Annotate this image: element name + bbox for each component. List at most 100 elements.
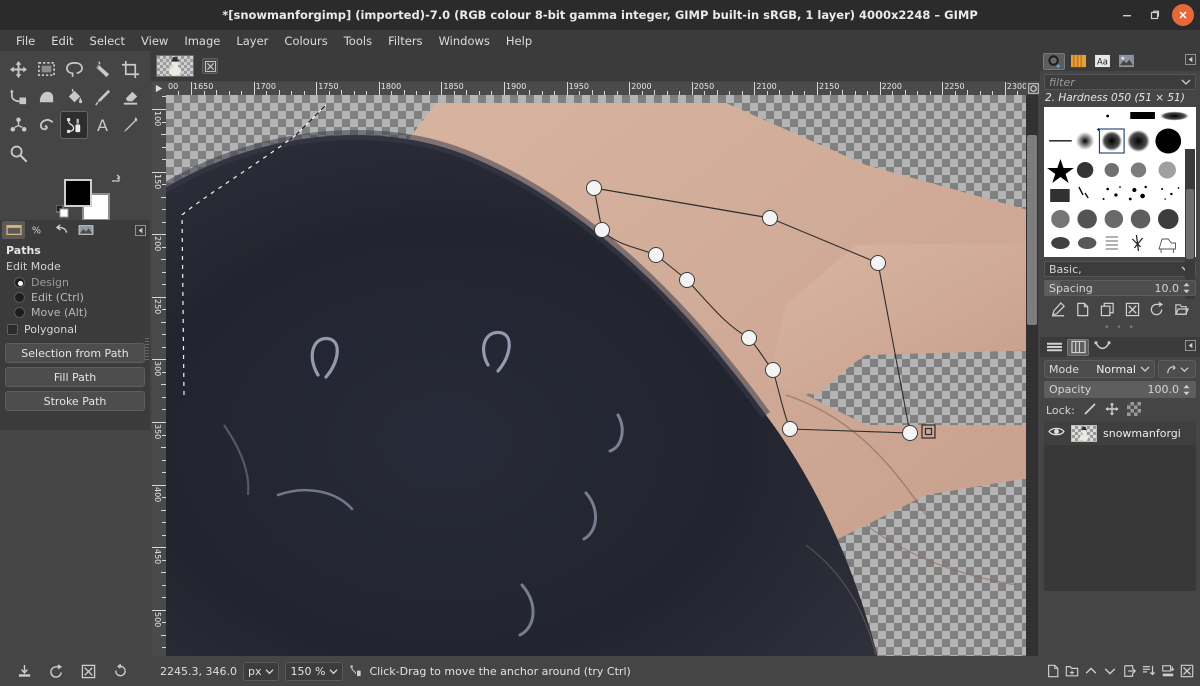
text-tool[interactable]: A [88,111,116,139]
foreground-colour-swatch[interactable] [64,179,92,207]
brush-filter-input[interactable]: filter [1044,74,1196,90]
unit-selector[interactable]: px [243,662,280,681]
restore-tool-preset-button[interactable] [40,659,72,683]
layer-list[interactable]: snowmanforgi [1044,421,1196,591]
new-brush-button[interactable] [1075,302,1090,320]
anchor-layer-button[interactable] [1140,661,1157,681]
transform-tool[interactable] [4,83,32,111]
swap-colours-icon[interactable] [110,173,122,185]
reset-colours-icon[interactable] [56,205,68,217]
menu-windows[interactable]: Windows [431,32,498,50]
menu-view[interactable]: View [133,32,176,50]
edit-mode-design[interactable]: Design [4,275,146,290]
raise-layer-button[interactable] [1083,661,1100,681]
layer-list-item[interactable]: snowmanforgi [1044,421,1196,445]
close-image-tab-button[interactable] [202,58,218,74]
dock-resize-grip[interactable] [145,338,149,360]
tool-options-dock-menu-icon[interactable] [134,224,146,236]
brush-spacing-slider[interactable]: Spacing 10.0 [1044,280,1196,296]
tab-channels[interactable] [1067,339,1089,356]
zoom-selector[interactable]: 150 % [285,662,343,681]
tab-patterns[interactable] [1067,53,1089,70]
tab-brushes[interactable] [1043,53,1065,70]
quick-mask-toggle[interactable] [1026,82,1040,95]
maximize-button[interactable] [1144,4,1166,26]
dock-separator-handle[interactable]: • • • [1040,323,1200,333]
crop-tool[interactable] [116,55,144,83]
colour-picker-tool[interactable] [116,111,144,139]
free-select-tool[interactable] [60,55,88,83]
chevron-down-icon[interactable] [1181,77,1191,87]
rect-select-tool[interactable] [32,55,60,83]
layers-dock-menu-icon[interactable] [1185,340,1196,354]
menu-layer[interactable]: Layer [228,32,276,50]
tab-layers[interactable] [1043,339,1065,356]
edit-mode-edit[interactable]: Edit (Ctrl) [4,290,146,305]
brush-grid-scrollbar[interactable] [1185,149,1195,299]
smudge-tool[interactable] [32,111,60,139]
ruler-corner-menu[interactable] [152,82,166,95]
layer-mode-selector[interactable]: Mode Normal [1044,360,1155,378]
tab-device-status[interactable]: % [26,221,49,239]
vertical-ruler[interactable]: 100150200250300350400450500550 [152,95,166,686]
paths-tool[interactable] [60,111,88,139]
menu-select[interactable]: Select [82,32,133,50]
duplicate-layer-button[interactable] [1121,661,1138,681]
menu-file[interactable]: File [8,32,43,50]
paintbrush-tool[interactable] [88,83,116,111]
image-viewport[interactable] [166,95,1026,686]
lock-alpha-toggle[interactable] [1127,402,1141,419]
menu-image[interactable]: Image [176,32,228,50]
merge-down-button[interactable] [1160,661,1177,681]
tab-tool-options[interactable] [2,221,25,239]
tab-fonts[interactable]: Aa [1091,53,1113,70]
minimize-button[interactable] [1116,4,1138,26]
brushes-dock-menu-icon[interactable] [1185,54,1196,68]
tab-images[interactable] [74,221,97,239]
tab-paths[interactable] [1091,339,1113,356]
close-button[interactable] [1172,4,1194,26]
new-layer-button[interactable] [1044,661,1061,681]
image-content[interactable] [166,95,1026,686]
reset-tool-options-button[interactable] [104,659,136,683]
horizontal-ruler[interactable]: 1650170017501800185019001950200020502100… [166,82,1026,95]
brush-grid[interactable] [1044,107,1196,257]
vertical-scrollbar[interactable] [1026,95,1038,686]
polygonal-checkbox-row[interactable]: Polygonal [4,320,146,338]
refresh-brushes-button[interactable] [1149,302,1164,320]
open-brush-as-image-button[interactable] [1174,302,1189,320]
menu-edit[interactable]: Edit [43,32,81,50]
fill-path-button[interactable]: Fill Path [5,367,145,387]
layer-blend-space-selector[interactable] [1158,360,1196,378]
lower-layer-button[interactable] [1102,661,1119,681]
edit-brush-button[interactable] [1051,302,1066,320]
lock-pixels-toggle[interactable] [1083,402,1097,419]
brush-grid-scrollbar-thumb[interactable] [1186,189,1194,259]
lock-position-toggle[interactable] [1105,402,1119,419]
zoom-tool[interactable] [4,139,32,167]
colour-swatches[interactable] [62,177,120,223]
polygonal-checkbox-icon[interactable] [7,324,18,335]
tab-undo-history[interactable] [50,221,73,239]
new-layer-group-button[interactable] [1063,661,1080,681]
vertical-scrollbar-thumb[interactable] [1027,135,1037,325]
menu-tools[interactable]: Tools [336,32,380,50]
layer-visibility-toggle[interactable] [1048,425,1065,441]
image-tab-snowmanforgimp[interactable] [156,55,194,77]
brush-tag-selector[interactable]: Basic, [1044,261,1196,277]
edit-mode-move[interactable]: Move (Alt) [4,305,146,320]
fuzzy-select-tool[interactable] [88,55,116,83]
warp-tool[interactable] [32,83,60,111]
bucket-fill-tool[interactable] [60,83,88,111]
menu-colours[interactable]: Colours [276,32,335,50]
menu-help[interactable]: Help [498,32,540,50]
delete-layer-button[interactable] [1179,661,1196,681]
stroke-path-button[interactable]: Stroke Path [5,391,145,411]
save-tool-preset-button[interactable] [8,659,40,683]
eraser-tool[interactable] [116,83,144,111]
delete-brush-button[interactable] [1125,302,1140,320]
menu-filters[interactable]: Filters [380,32,430,50]
delete-tool-preset-button[interactable] [72,659,104,683]
selection-from-path-button[interactable]: Selection from Path [5,343,145,363]
tab-document-history[interactable] [1115,53,1137,70]
